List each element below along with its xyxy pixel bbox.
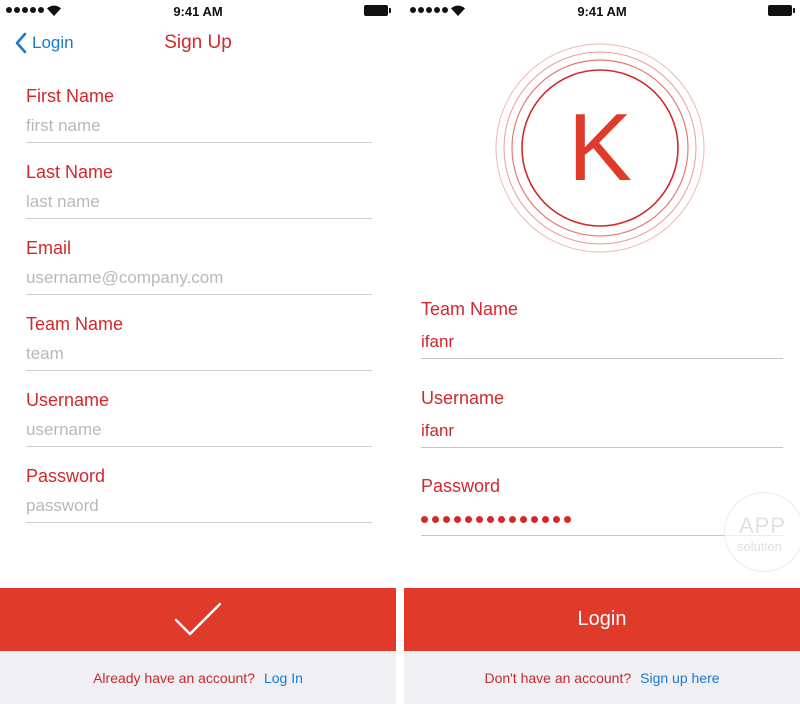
username-input[interactable] [421,419,783,443]
team-name-field-group: Team Name [26,313,372,371]
password-dot [432,515,439,523]
divider [26,294,372,295]
last-name-input[interactable] [26,190,372,214]
app-logo: K [495,43,705,253]
page-title: Sign Up [164,32,232,53]
battery-icon [768,5,795,16]
password-dot [487,515,494,523]
divider [421,447,783,448]
last-name-field-group: Last Name [26,161,372,219]
divider [26,522,372,523]
log-in-link[interactable]: Log In [264,670,303,686]
checkmark-icon [174,602,222,635]
team-name-field-group: Team Name [421,298,783,359]
status-time: 9:41 AM [173,4,223,19]
signup-screen: 9:41 AM Login Sign Up First Name Last Na… [0,0,396,704]
password-dot [465,515,472,523]
divider [26,370,372,371]
status-bar: 9:41 AM [0,0,396,22]
username-label: Username [26,390,110,410]
watermark-line-2: solution [737,539,782,554]
divider [26,446,372,447]
sign-up-link[interactable]: Sign up here [640,670,719,686]
password-label: Password [421,476,501,496]
password-dot [542,515,549,523]
team-name-label: Team Name [26,314,124,334]
battery-icon [364,5,391,16]
team-name-input[interactable] [26,342,372,366]
username-input[interactable] [26,418,372,442]
login-footer: Don't have an account? Sign up here [404,651,800,704]
password-dot [454,515,461,523]
password-dot [553,515,560,523]
logo-letter: K [568,94,632,201]
password-dot [421,515,428,523]
email-field-group: Email [26,237,372,295]
password-label: Password [26,466,106,486]
password-dot [520,515,527,523]
watermark: APP solution [724,492,800,572]
password-field-group: Password [26,465,372,523]
email-label: Email [26,238,72,258]
username-label: Username [421,388,505,408]
password-input[interactable] [26,494,372,518]
password-dot [531,515,538,523]
password-dot [443,515,450,523]
password-dot [476,515,483,523]
footer-prompt: Don't have an account? [484,669,632,686]
login-button[interactable]: Login [404,588,800,651]
status-bar: 9:41 AM [404,0,800,22]
first-name-input[interactable] [26,114,372,138]
screen-divider [396,0,404,704]
password-dot [498,515,505,523]
last-name-label: Last Name [26,162,114,182]
password-dot [564,515,571,523]
divider [421,358,783,359]
divider [26,142,372,143]
username-field-group: Username [26,389,372,447]
divider [26,218,372,219]
login-screen: 9:41 AM K Team Name Username Password AP… [404,0,800,704]
status-time: 9:41 AM [577,4,627,19]
first-name-field-group: First Name [26,85,372,143]
first-name-label: First Name [26,86,115,106]
footer-prompt: Already have an account? [93,669,255,686]
username-field-group: Username [421,387,783,448]
team-name-input[interactable] [421,330,783,354]
team-name-label: Team Name [421,299,519,319]
signup-footer: Already have an account? Log In [0,651,396,704]
submit-signup-button[interactable] [0,588,396,651]
login-button-label: Login [577,608,627,630]
email-input[interactable] [26,266,372,290]
password-dot [509,515,516,523]
watermark-line-1: APP [739,513,787,538]
